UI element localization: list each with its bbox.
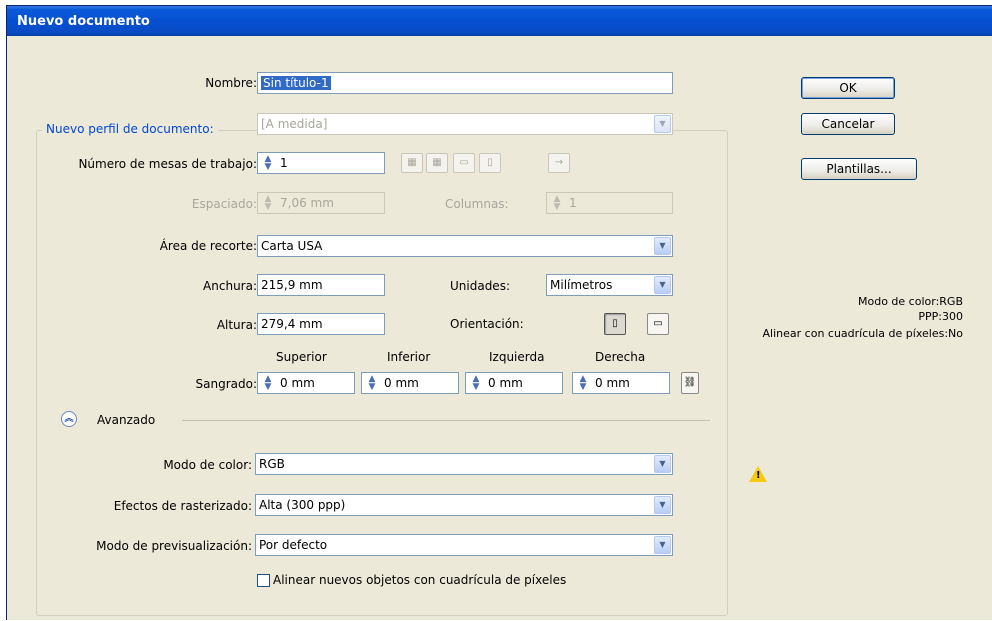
cancel-button[interactable]: Cancelar: [801, 113, 895, 135]
advanced-separator: [182, 420, 710, 421]
warning-mark: !: [756, 470, 761, 481]
bleed-left-label: Izquierda: [489, 350, 545, 364]
height-label: Altura:: [216, 318, 257, 332]
color-mode-value: RGB: [259, 457, 285, 471]
bleed-top-label: Superior: [276, 350, 327, 364]
spacing-stepper[interactable]: ▲ ▼ 7,06 mm: [257, 192, 385, 214]
left-to-right-icon[interactable]: →: [548, 153, 570, 173]
width-label: Anchura:: [203, 279, 257, 293]
crop-select[interactable]: Carta USA ▼: [257, 235, 673, 257]
chevron-down-icon: ▼: [654, 237, 671, 255]
chevron-down-icon: ▼: [654, 455, 671, 473]
profile-select[interactable]: [A medida] ▼: [257, 113, 673, 135]
artboards-value: 1: [280, 156, 288, 170]
height-input[interactable]: 279,4 mm: [257, 313, 385, 335]
info-ppp: PPP:300: [918, 310, 963, 323]
columns-label: Columnas:: [445, 197, 509, 211]
columns-stepper[interactable]: ▲ ▼ 1: [546, 192, 673, 214]
name-input[interactable]: Sin título-1: [257, 72, 673, 94]
advanced-label[interactable]: Avanzado: [97, 412, 155, 428]
grid-by-column-icon[interactable]: ▦: [426, 153, 448, 173]
preview-label: Modo de previsualización:: [96, 539, 252, 553]
chevron-down-icon: ▼: [654, 536, 671, 554]
bleed-top-stepper[interactable]: ▲ ▼ 0 mm: [257, 372, 355, 394]
chevron-down-icon: ▼: [654, 276, 671, 294]
bleed-left-stepper[interactable]: ▲ ▼ 0 mm: [465, 372, 563, 394]
portrait-orientation-icon[interactable]: ▯: [604, 313, 626, 335]
chain-link-icon[interactable]: ⛓: [681, 372, 699, 394]
color-mode-select[interactable]: RGB ▼: [255, 453, 673, 475]
align-pixels-label[interactable]: Alinear nuevos objetos con cuadrícula de…: [273, 572, 566, 588]
artboards-label: Número de mesas de trabajo:: [78, 157, 257, 171]
bleed-left-value: 0 mm: [488, 376, 523, 390]
spinner-arrows-icon[interactable]: ▲ ▼: [365, 375, 379, 392]
bleed-bottom-stepper[interactable]: ▲ ▼ 0 mm: [361, 372, 459, 394]
spacing-value: 7,06 mm: [280, 196, 334, 210]
raster-select[interactable]: Alta (300 ppp) ▼: [255, 494, 673, 516]
spinner-arrows-icon[interactable]: ▲ ▼: [261, 155, 275, 172]
info-align: Alinear con cuadrícula de píxeles:No: [762, 327, 963, 340]
bleed-bottom-value: 0 mm: [384, 376, 419, 390]
templates-button[interactable]: Plantillas...: [801, 158, 917, 180]
units-select[interactable]: Milímetros ▼: [546, 274, 673, 296]
arrange-by-column-icon[interactable]: ▯: [479, 153, 501, 173]
spinner-arrows-icon: ▲ ▼: [264, 194, 272, 212]
preview-value: Por defecto: [259, 538, 328, 552]
spinner-arrows-icon[interactable]: ▲ ▼: [261, 375, 275, 392]
preview-select[interactable]: Por defecto ▼: [255, 534, 673, 556]
chevron-down-icon: ▼: [654, 115, 671, 133]
spacing-label: Espaciado:: [191, 197, 257, 211]
chevron-down-icon: ▼: [654, 496, 671, 514]
spinner-arrows-icon[interactable]: ▲ ▼: [469, 375, 483, 392]
grid-by-row-icon[interactable]: ▦: [401, 153, 423, 173]
bleed-right-value: 0 mm: [595, 376, 630, 390]
raster-value: Alta (300 ppp): [259, 498, 346, 512]
profile-value: [A medida]: [261, 117, 328, 131]
bleed-top-value: 0 mm: [280, 376, 315, 390]
align-pixels-checkbox[interactable]: [257, 574, 270, 587]
title-bar: Nuevo documento: [7, 6, 992, 36]
new-document-dialog: Nuevo documento Nombre: Sin título-1 Nue…: [6, 5, 992, 620]
ok-button[interactable]: OK: [801, 77, 895, 99]
landscape-orientation-icon[interactable]: ▭: [647, 313, 669, 335]
units-label: Unidades:: [450, 279, 510, 293]
artboards-stepper[interactable]: ▲ ▼ 1: [257, 152, 385, 174]
window-title: Nuevo documento: [17, 14, 150, 29]
crop-value: Carta USA: [261, 239, 323, 253]
bleed-right-label: Derecha: [595, 350, 646, 364]
profile-legend: Nuevo perfil de documento:: [42, 121, 218, 137]
color-mode-label: Modo de color:: [163, 458, 252, 472]
bleed-bottom-label: Inferior: [387, 350, 431, 364]
name-value: Sin título-1: [261, 76, 331, 90]
name-label: Nombre:: [205, 76, 257, 90]
width-value: 215,9 mm: [261, 278, 323, 292]
info-color-mode: Modo de color:RGB: [858, 295, 963, 308]
raster-label: Efectos de rasterizado:: [113, 499, 252, 513]
spinner-arrows-icon: ▲ ▼: [553, 194, 561, 212]
columns-value: 1: [569, 196, 577, 210]
bleed-right-stepper[interactable]: ▲ ▼ 0 mm: [572, 372, 670, 394]
height-value: 279,4 mm: [261, 317, 323, 331]
width-input[interactable]: 215,9 mm: [257, 274, 385, 296]
bleed-label: Sangrado:: [195, 377, 257, 391]
arrange-by-row-icon[interactable]: ▭: [453, 153, 475, 173]
double-chevron-up-icon[interactable]: ︽: [61, 411, 77, 427]
units-value: Milímetros: [550, 278, 613, 292]
dialog-body: Nombre: Sin título-1 Nuevo perfil de doc…: [7, 36, 992, 621]
crop-label: Área de recorte:: [159, 239, 257, 253]
spinner-arrows-icon[interactable]: ▲ ▼: [576, 375, 590, 392]
orientation-label: Orientación:: [450, 317, 524, 331]
